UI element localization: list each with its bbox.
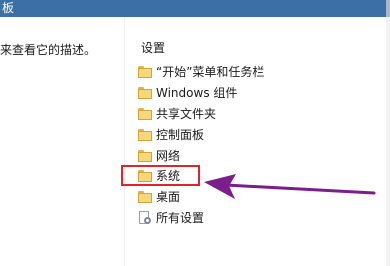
annotation-arrow (204, 174, 376, 199)
arrow-shaft (224, 183, 376, 195)
